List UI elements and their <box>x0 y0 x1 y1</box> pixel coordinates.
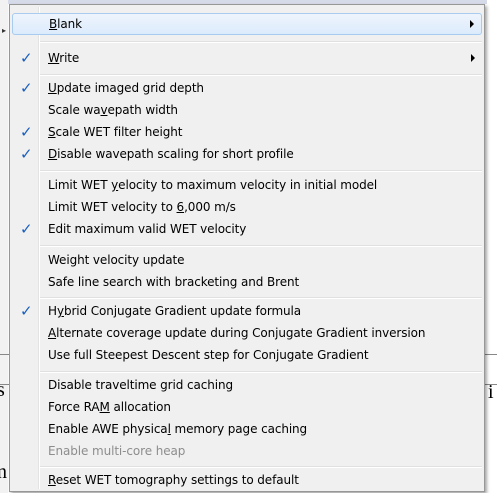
menu-item-limit-wet-velocity-initial[interactable]: Limit WET yelocity to maximum velocity i… <box>12 175 482 197</box>
menu-separator <box>40 371 482 373</box>
menu-item-label: Blank <box>49 17 82 31</box>
checkmark-icon: ✓ <box>20 302 33 320</box>
menu-item-limit-wet-velocity-6000[interactable]: Limit WET velocity to 6,000 m/s <box>12 197 482 219</box>
menu-item-scale-wet-filter-height[interactable]: ✓ Scale WET filter height <box>12 122 482 144</box>
menu-item-alternate-coverage-update[interactable]: Alternate coverage update during Conjuga… <box>12 323 482 345</box>
menu-item-enable-multi-core-heap: Enable multi-core heap <box>12 441 482 463</box>
menu-item-label: Force RAM allocation <box>48 400 171 414</box>
background-text-fragment: n <box>0 461 7 483</box>
menu-item-safe-line-search[interactable]: Safe line search with bracketing and Bre… <box>12 272 482 294</box>
menu-separator <box>40 245 482 247</box>
menu-item-label: Update imaged grid depth <box>48 81 204 95</box>
submenu-arrow-icon <box>471 54 475 62</box>
menu-item-hybrid-conjugate-gradient[interactable]: ✓ Hybrid Conjugate Gradient update formu… <box>12 301 482 323</box>
menu-item-enable-awe-physical-memory[interactable]: Enable AWE physical memory page caching <box>12 419 482 441</box>
menu-item-label: Hybrid Conjugate Gradient update formula <box>48 304 302 318</box>
menu-separator <box>40 41 482 43</box>
menu-separator <box>40 74 482 76</box>
menu-item-label: Edit maximum valid WET velocity <box>48 222 247 236</box>
background-submenu-arrow-icon: ▸ <box>2 26 7 35</box>
menu-item-force-ram-allocation[interactable]: Force RAM allocation <box>12 397 482 419</box>
menu-item-label: Enable AWE physical memory page caching <box>48 422 308 436</box>
menu-item-label: Limit WET velocity to 6,000 m/s <box>48 200 236 214</box>
context-menu: Blank ✓ Write ✓ Update imaged grid depth… <box>9 4 485 492</box>
menu-item-label: Write <box>48 51 80 65</box>
menu-item-reset-wet-settings[interactable]: Reset WET tomography settings to default <box>12 470 482 492</box>
menu-item-label: Alternate coverage update during Conjuga… <box>48 326 426 340</box>
menu-item-use-full-steepest-descent[interactable]: Use full Steepest Descent step for Conju… <box>12 345 482 367</box>
checkmark-icon: ✓ <box>20 220 33 238</box>
menu-item-write[interactable]: ✓ Write <box>12 48 482 70</box>
menu-item-label: Enable multi-core heap <box>48 444 186 458</box>
menu-separator <box>40 466 482 468</box>
menu-item-scale-wavepath-width[interactable]: Scale wavepath width <box>12 100 482 122</box>
menu-item-label: Scale wavepath width <box>48 103 178 117</box>
menu-separator <box>40 297 482 299</box>
background-window-left-edge <box>0 0 8 493</box>
background-text-fragment: i <box>488 381 494 403</box>
menu-item-label: Reset WET tomography settings to default <box>48 473 299 487</box>
background-window-right-edge <box>487 0 497 493</box>
checkmark-icon: ✓ <box>20 79 33 97</box>
menu-item-label: Scale WET filter height <box>48 125 183 139</box>
menu-item-weight-velocity-update[interactable]: Weight velocity update <box>12 250 482 272</box>
menu-separator <box>40 170 482 172</box>
menu-item-edit-max-valid-wet-velocity[interactable]: ✓ Edit maximum valid WET velocity <box>12 219 482 241</box>
menu-item-label: Use full Steepest Descent step for Conju… <box>48 348 369 362</box>
checkmark-icon: ✓ <box>20 145 33 163</box>
menu-item-blank[interactable]: Blank <box>12 13 482 35</box>
menu-item-label: Disable wavepath scaling for short profi… <box>48 147 294 161</box>
menu-item-disable-traveltime-grid-caching[interactable]: Disable traveltime grid caching <box>12 375 482 397</box>
menu-item-label: Limit WET yelocity to maximum velocity i… <box>48 178 378 192</box>
menu-item-label: Safe line search with bracketing and Bre… <box>48 275 300 289</box>
menu-item-label: Disable traveltime grid caching <box>48 378 233 392</box>
background-text-fragment: s <box>0 379 5 401</box>
checkmark-icon: ✓ <box>20 123 33 141</box>
menu-item-disable-wavepath-scaling[interactable]: ✓ Disable wavepath scaling for short pro… <box>12 144 482 166</box>
menu-item-update-imaged-grid-depth[interactable]: ✓ Update imaged grid depth <box>12 78 482 100</box>
checkmark-icon: ✓ <box>20 49 33 67</box>
menu-item-label: Weight velocity update <box>48 253 185 267</box>
submenu-arrow-icon <box>470 20 474 28</box>
